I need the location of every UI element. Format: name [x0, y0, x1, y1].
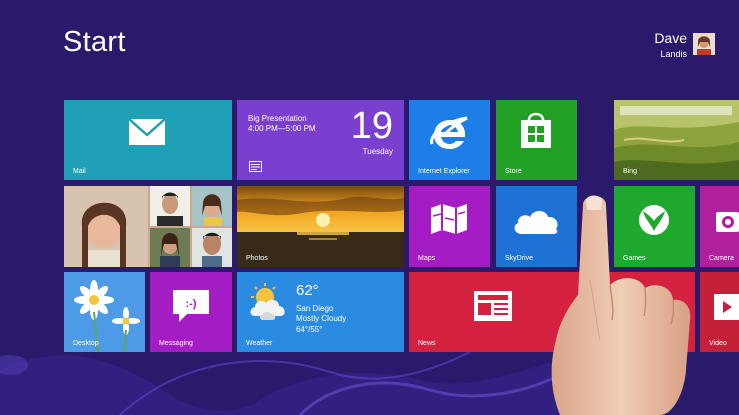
xbox-games-icon [639, 205, 669, 235]
tile-label-photos: Photos [246, 255, 268, 262]
calendar-weekday: Tuesday [362, 147, 393, 156]
tile-maps[interactable]: Maps [409, 186, 490, 267]
user-account[interactable]: Dave Landis [625, 30, 715, 60]
tile-label-store: Store [505, 168, 522, 175]
tile-news[interactable]: News [409, 272, 695, 352]
mail-icon [128, 118, 166, 145]
camera-icon [716, 212, 739, 232]
user-last-name: Landis [660, 49, 687, 59]
svg-text::-): :-) [186, 298, 197, 310]
tile-camera[interactable]: Camera [700, 186, 739, 267]
tile-label-skydrive: SkyDrive [505, 255, 534, 262]
weather-temperature: 62° [296, 282, 319, 299]
tile-label-weather: Weather [246, 340, 273, 347]
tile-photos[interactable]: Photos [237, 186, 404, 267]
tile-label-internet-explorer: Internet Explorer [418, 168, 470, 175]
weather-range: 64°/55° [296, 325, 323, 334]
avatar [693, 33, 715, 55]
tile-label-camera: Camera [709, 255, 734, 262]
tile-label-maps: Maps [418, 255, 436, 262]
calendar-event-time: 4:00 PM—5:00 PM [248, 124, 316, 133]
maps-icon [431, 204, 467, 234]
tile-skydrive[interactable]: SkyDrive [496, 186, 577, 267]
internet-explorer-icon [430, 116, 468, 149]
start-title: Start [63, 26, 126, 58]
tile-people[interactable] [64, 186, 232, 267]
store-bag-icon [521, 112, 551, 148]
tile-weather[interactable]: 62° San Diego Mostly Cloudy 64°/55° Weat… [237, 272, 404, 352]
tile-bing[interactable]: Bing [614, 100, 739, 180]
user-first-name: Dave [654, 30, 687, 46]
tile-games[interactable]: Games [614, 186, 695, 267]
tile-desktop[interactable]: Desktop [64, 272, 145, 352]
people-photos-image [64, 186, 232, 267]
tile-store[interactable]: Store [496, 100, 577, 180]
tile-label-mail: Mail [73, 168, 86, 175]
partly-cloudy-icon [250, 283, 285, 320]
tile-label-games: Games [623, 255, 646, 262]
tile-calendar[interactable]: Big Presentation 4:00 PM—5:00 PM 19 Tues… [237, 100, 404, 180]
tile-label-messaging: Messaging [159, 340, 193, 347]
tile-label-video: Video [709, 340, 727, 347]
tile-mail[interactable]: Mail [64, 100, 232, 180]
tile-video[interactable]: Video [700, 272, 739, 352]
messaging-icon: :-) [173, 290, 209, 322]
skydrive-cloud-icon [514, 211, 558, 234]
tile-messaging[interactable]: :-) Messaging [150, 272, 232, 352]
calendar-icon [249, 161, 262, 172]
tile-label-news: News [418, 340, 436, 347]
video-play-icon [714, 294, 739, 320]
calendar-day: 19 [350, 105, 393, 147]
news-icon [474, 291, 512, 321]
calendar-event-title: Big Presentation [248, 114, 307, 123]
tile-label-desktop: Desktop [73, 340, 99, 347]
weather-city: San Diego [296, 304, 334, 313]
tile-internet-explorer[interactable]: Internet Explorer [409, 100, 490, 180]
weather-condition: Mostly Cloudy [296, 314, 347, 323]
tile-label-bing: Bing [623, 168, 638, 175]
